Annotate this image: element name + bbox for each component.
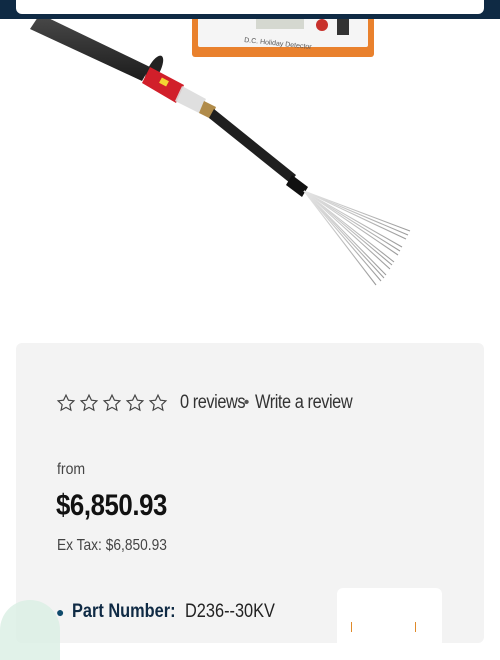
star-outline-icon (102, 393, 122, 412)
star-outline-icon (148, 393, 168, 412)
part-number-label: Part Number: (72, 601, 176, 622)
thumbnail-edge-mark (415, 622, 416, 632)
star-outline-icon (125, 393, 145, 412)
star-outline-icon (79, 393, 99, 412)
rating-row: 0 reviews • Write a review (56, 390, 368, 416)
brush-bristles (303, 190, 411, 286)
decorative-shape (0, 600, 60, 660)
price-from-label: from (57, 461, 86, 478)
search-bar[interactable] (16, 0, 484, 14)
product-thumbnail-card[interactable] (337, 588, 442, 648)
detector-device: D.C. Holiday Detector (192, 19, 374, 57)
holiday-detector-probe-image: D.C. Holiday Detector (30, 19, 411, 286)
rating-stars[interactable] (56, 393, 168, 413)
write-review-link[interactable]: Write a review (255, 392, 353, 414)
ex-tax-price: Ex Tax: $6,850.93 (57, 537, 167, 554)
product-image[interactable]: D.C. Holiday Detector (0, 19, 500, 339)
part-number-row: ● Part Number: D236--30KV (56, 601, 289, 623)
top-header-bar (0, 0, 500, 19)
star-outline-icon (56, 393, 76, 412)
thumbnail-edge-mark (351, 622, 352, 632)
product-price: $6,850.93 (56, 489, 167, 522)
part-number-value: D236--30KV (184, 601, 275, 622)
reviews-count-link[interactable]: 0 reviews (180, 392, 246, 414)
